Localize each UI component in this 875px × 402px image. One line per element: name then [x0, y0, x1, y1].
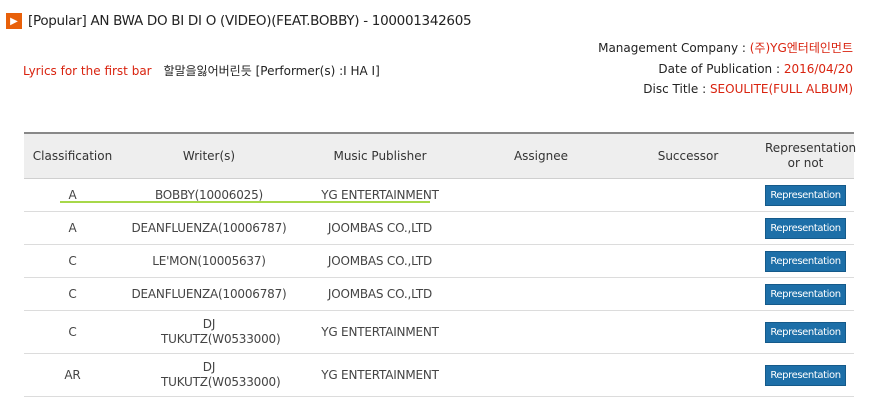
- publisher-cell: YG ENTERTAINMENT: [297, 178, 463, 212]
- classification-cell: A: [24, 211, 121, 245]
- disc-title-label: Disc Title :: [643, 82, 710, 96]
- representation-button[interactable]: Representation: [765, 321, 846, 343]
- representation-cell: Representation: [757, 353, 854, 397]
- classification-cell: C: [24, 310, 121, 354]
- writer-highlight-underline: [60, 201, 276, 203]
- representation-button[interactable]: Representation: [765, 217, 846, 239]
- table-row: C DEANFLUENZA(10006787) JOOMBAS CO.,LTD …: [24, 277, 854, 311]
- table-row: C DJ TUKUTZ(W0533000) YG ENTERTAINMENT R…: [24, 310, 854, 354]
- publication-date-value: 2016/04/20: [783, 61, 853, 76]
- representation-button[interactable]: Representation: [765, 250, 846, 272]
- successor-cell: [619, 277, 757, 311]
- play-arrow-icon: ▶: [6, 13, 22, 29]
- management-company-value: (주)YG엔터테인먼트: [749, 41, 853, 55]
- classification-cell: A: [24, 178, 121, 212]
- classification-cell: C: [24, 244, 121, 278]
- publication-date: Date of Publication : 2016/04/20: [598, 59, 853, 80]
- column-header-successor: Successor: [619, 133, 757, 179]
- assignee-cell: [463, 277, 619, 311]
- lyrics-text: 할말을잃어버린듯 [Performer(s) :I HA I]: [163, 64, 380, 78]
- representation-button[interactable]: Representation: [765, 283, 846, 305]
- management-company-label: Management Company :: [598, 41, 750, 55]
- publisher-cell: JOOMBAS CO.,LTD: [297, 277, 463, 311]
- publisher-cell: JOOMBAS CO.,LTD: [297, 211, 463, 245]
- representation-cell: Representation: [757, 211, 854, 245]
- lyrics-label: Lyrics for the first bar: [23, 64, 152, 78]
- column-header-writers: Writer(s): [121, 133, 297, 179]
- successor-cell: [619, 211, 757, 245]
- representation-button[interactable]: Representation: [765, 184, 846, 206]
- column-header-classification: Classification: [24, 133, 121, 179]
- assignee-cell: [463, 178, 619, 212]
- successor-cell: [619, 244, 757, 278]
- representation-cell: Representation: [757, 277, 854, 311]
- assignee-cell: [463, 244, 619, 278]
- management-company: Management Company : (주)YG엔터테인먼트: [598, 38, 853, 59]
- column-header-assignee: Assignee: [463, 133, 619, 179]
- writer-cell: DJ TUKUTZ(W0533000): [121, 353, 297, 397]
- table-row: A DEANFLUENZA(10006787) JOOMBAS CO.,LTD …: [24, 211, 854, 245]
- disc-title-value: SEOULITE(FULL ALBUM): [709, 82, 853, 96]
- publisher-highlight-underline: [275, 201, 430, 203]
- writer-cell: LE'MON(10005637): [121, 244, 297, 278]
- metadata-block: Management Company : (주)YG엔터테인먼트 Date of…: [598, 38, 853, 100]
- assignee-cell: [463, 310, 619, 354]
- successor-cell: [619, 353, 757, 397]
- table-row: AR DJ TUKUTZ(W0533000) YG ENTERTAINMENT …: [24, 353, 854, 397]
- successor-cell: [619, 310, 757, 354]
- representation-cell: Representation: [757, 178, 854, 212]
- representation-cell: Representation: [757, 310, 854, 354]
- table-row: A BOBBY(10006025) YG ENTERTAINMENT Repre…: [24, 178, 854, 212]
- column-header-music-publisher: Music Publisher: [297, 133, 463, 179]
- column-header-representation: Representation or not: [757, 133, 856, 179]
- writer-cell: DJ TUKUTZ(W0533000): [121, 310, 297, 354]
- publication-date-label: Date of Publication :: [658, 61, 784, 76]
- lyrics-line: Lyrics for the first bar 할말을잃어버린듯 [Perfo…: [23, 62, 380, 79]
- publisher-cell: YG ENTERTAINMENT: [297, 353, 463, 397]
- representation-button[interactable]: Representation: [765, 364, 846, 386]
- classification-cell: AR: [24, 353, 121, 397]
- writer-cell: DEANFLUENZA(10006787): [121, 277, 297, 311]
- writer-cell: DEANFLUENZA(10006787): [121, 211, 297, 245]
- rights-table: Classification Writer(s) Music Publisher…: [24, 132, 856, 397]
- assignee-cell: [463, 353, 619, 397]
- table-row: C LE'MON(10005637) JOOMBAS CO.,LTD Repre…: [24, 244, 854, 278]
- successor-cell: [619, 178, 757, 212]
- representation-cell: Representation: [757, 244, 854, 278]
- page-title-row: ▶ [Popular] AN BWA DO BI DI O (VIDEO)(FE…: [6, 12, 472, 30]
- publisher-cell: JOOMBAS CO.,LTD: [297, 244, 463, 278]
- classification-cell: C: [24, 277, 121, 311]
- writer-cell: BOBBY(10006025): [121, 178, 297, 212]
- assignee-cell: [463, 211, 619, 245]
- publisher-cell: YG ENTERTAINMENT: [297, 310, 463, 354]
- disc-title: Disc Title : SEOULITE(FULL ALBUM): [598, 79, 853, 100]
- table-header-row: Classification Writer(s) Music Publisher…: [24, 133, 856, 179]
- page-title: [Popular] AN BWA DO BI DI O (VIDEO)(FEAT…: [28, 13, 472, 29]
